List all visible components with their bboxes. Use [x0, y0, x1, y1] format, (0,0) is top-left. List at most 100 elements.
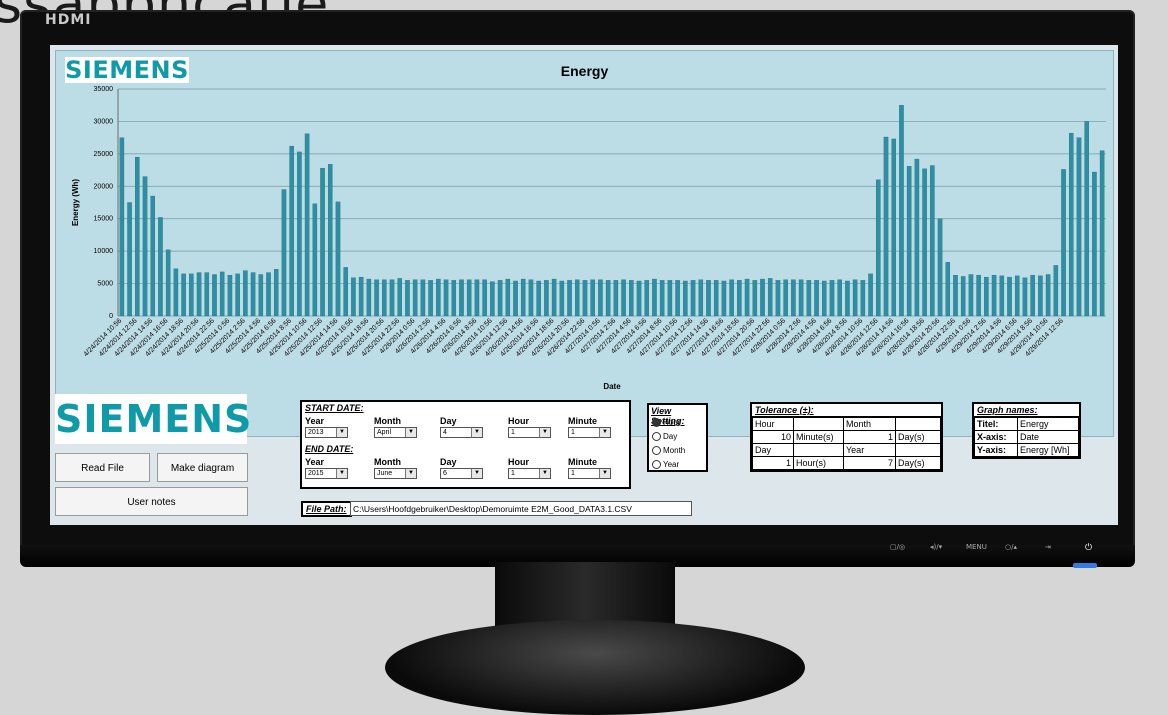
chart-bar	[320, 167, 325, 317]
chart-bar	[698, 279, 704, 317]
end-month-select[interactable]: June ▼	[374, 468, 417, 479]
end-day-label: Day	[440, 457, 457, 467]
view-setting-panel: View Setting: Hour Day Month Year	[647, 403, 708, 472]
power-icon[interactable]: ⏻	[1085, 543, 1092, 553]
chart-bar	[845, 280, 850, 317]
chart-bar	[436, 278, 441, 317]
chart-bar	[683, 280, 688, 317]
chart-bar	[582, 280, 588, 317]
chart-bar	[1084, 121, 1089, 317]
chart-bar	[659, 280, 665, 317]
file-path-input[interactable]: C:\Users\Hoofdgebruiker\Desktop\Demoruim…	[350, 501, 692, 516]
end-minute-select[interactable]: 1 ▼	[568, 468, 611, 479]
table-row: Hour Month	[752, 417, 941, 431]
monitor-input-icon[interactable]: ⇥	[1045, 543, 1051, 551]
chart-bar	[505, 278, 511, 317]
monitor-menu-button[interactable]: MENU	[966, 543, 987, 551]
chart-bar	[767, 278, 773, 317]
chart-bar	[513, 280, 518, 317]
chart-bar	[335, 201, 341, 317]
file-path-label: File Path:	[301, 501, 352, 517]
chevron-down-icon: ▼	[336, 428, 347, 437]
chart-bar	[713, 280, 719, 317]
radio-month[interactable]: Month	[652, 446, 685, 456]
chart-bar	[783, 279, 788, 317]
date-range-panel: START DATE: Year Month Day Hour Minute 2…	[300, 400, 631, 489]
y-tick-label: 5000	[97, 281, 113, 288]
monitor-control-2[interactable]: ◂)/▾	[930, 543, 942, 551]
power-led	[1073, 563, 1097, 568]
chart-bar	[374, 279, 379, 317]
chart-bar	[598, 279, 603, 317]
monitor-control-1[interactable]: ▢/◎	[890, 543, 905, 551]
y-tick-label: 20000	[94, 183, 114, 190]
table-row: Day Year	[752, 443, 941, 457]
chart-bar	[243, 270, 248, 317]
chart-bar	[605, 280, 611, 317]
start-year-select[interactable]: 2013 ▼	[305, 427, 348, 438]
table-row: Titel: Energy	[974, 417, 1079, 431]
chart-bar	[266, 272, 271, 317]
radio-day[interactable]: Day	[652, 432, 677, 442]
chart-bar	[914, 158, 920, 317]
chevron-down-icon: ▼	[405, 469, 416, 478]
chart-bar	[397, 278, 403, 317]
chart-bar	[690, 280, 696, 317]
chart-bar	[574, 279, 580, 317]
chart-bar	[127, 202, 132, 317]
tolerance-month-days-input[interactable]: 1	[843, 430, 896, 444]
radio-hour[interactable]: Hour	[652, 418, 680, 428]
chevron-down-icon: ▼	[539, 428, 550, 437]
user-notes-button[interactable]: User notes	[55, 487, 248, 516]
chart-bar	[212, 274, 217, 317]
chart-bar	[1053, 265, 1059, 317]
chart-bar	[142, 176, 148, 317]
chart-bar	[528, 279, 534, 317]
chart-bar	[937, 218, 943, 317]
chart-bar	[744, 278, 750, 317]
chart-bar	[235, 273, 240, 317]
y-axis-name-input[interactable]: Energy [Wh]	[1017, 443, 1079, 457]
chart-bar	[945, 262, 951, 317]
chart-bar	[466, 279, 472, 317]
monitor-control-4[interactable]: ○/▴	[1005, 543, 1017, 551]
chart-bar	[189, 273, 194, 317]
end-month-label: Month	[374, 457, 401, 467]
y-tick-label: 30000	[94, 118, 114, 125]
chart-bar	[883, 136, 889, 317]
chart-svg: 050001000015000200002500030000350004/24/…	[71, 86, 1106, 391]
end-year-select[interactable]: 2015 ▼	[305, 468, 348, 479]
end-hour-label: Hour	[508, 457, 529, 467]
chart-bar	[814, 280, 819, 317]
chart-bar	[644, 280, 650, 317]
chart-bar	[258, 274, 264, 317]
chart-bar	[327, 164, 333, 317]
chart-bar	[289, 145, 294, 317]
tolerance-year-days-input[interactable]: 7	[843, 456, 896, 470]
tolerance-day-hours-input[interactable]: 1	[752, 456, 794, 470]
start-minute-select[interactable]: 1 ▼	[568, 427, 611, 438]
chart-bar	[999, 275, 1005, 317]
radio-year[interactable]: Year	[652, 460, 679, 470]
read-file-button[interactable]: Read File	[55, 453, 150, 482]
end-day-select[interactable]: 6 ▼	[440, 468, 483, 479]
graph-title-input[interactable]: Energy	[1017, 417, 1079, 431]
chart-bar	[930, 165, 935, 317]
start-month-select[interactable]: April ▼	[374, 427, 417, 438]
chart-bar	[1068, 132, 1074, 317]
start-day-select[interactable]: 4 ▼	[440, 427, 483, 438]
end-hour-select[interactable]: 1 ▼	[508, 468, 551, 479]
tolerance-minutes-input[interactable]: 10	[752, 430, 794, 444]
chart-bar	[968, 274, 974, 317]
x-axis-name-input[interactable]: Date	[1017, 430, 1079, 444]
chart-bar	[544, 280, 549, 317]
chart-bar	[551, 278, 557, 317]
chart-bar	[219, 271, 225, 317]
y-tick-label: 25000	[94, 151, 114, 158]
start-year-label: Year	[305, 416, 325, 426]
graph-names-panel: Graph names: Titel: Energy X-axis: Date …	[972, 402, 1081, 459]
make-diagram-button[interactable]: Make diagram	[157, 453, 248, 482]
start-minute-label: Minute	[568, 416, 597, 426]
chart-bar	[636, 280, 642, 317]
start-hour-select[interactable]: 1 ▼	[508, 427, 551, 438]
